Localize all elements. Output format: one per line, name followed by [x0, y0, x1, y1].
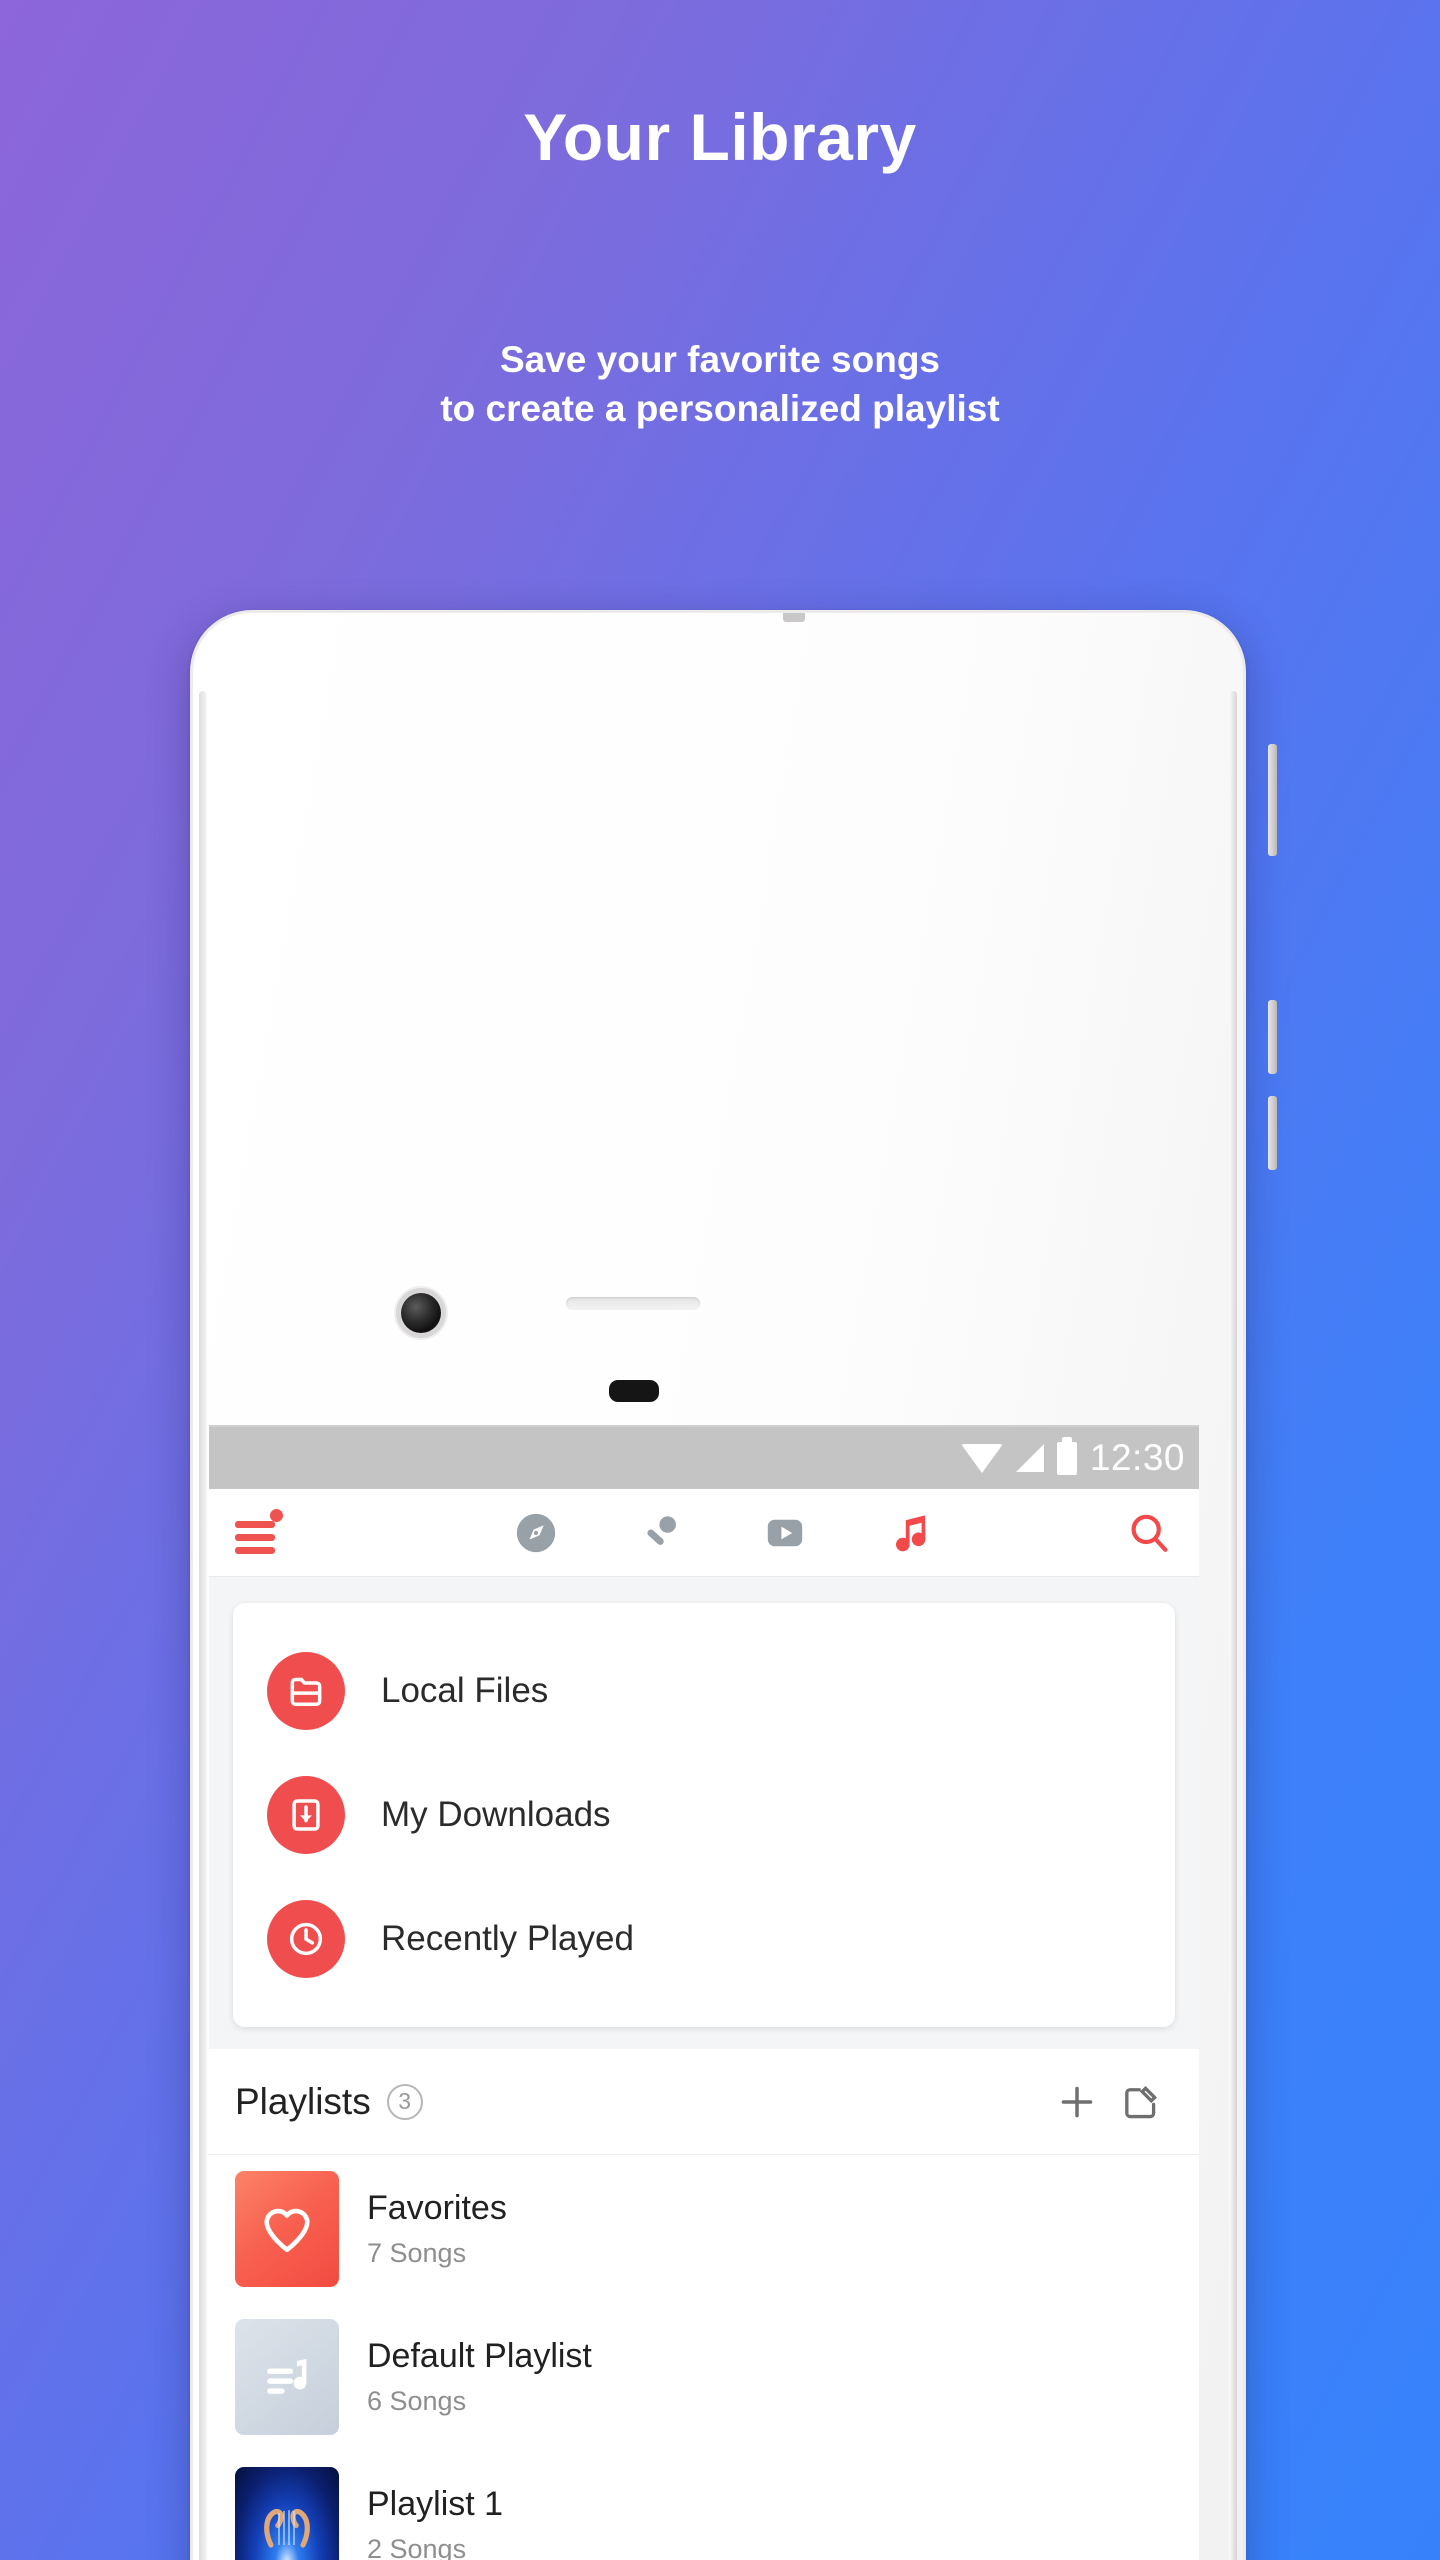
status-bar: 12:30	[209, 1427, 1199, 1489]
heart-icon	[235, 2171, 339, 2287]
tab-discover[interactable]	[513, 1510, 559, 1556]
phone-top-antenna-tab	[783, 613, 805, 622]
search-button[interactable]	[1125, 1509, 1173, 1557]
playlist-row-favorites[interactable]: Favorites 7 Songs	[209, 2155, 1199, 2303]
music-note-icon	[896, 1514, 926, 1551]
front-camera-icon	[401, 1293, 441, 1333]
clock-icon	[267, 1900, 345, 1978]
playlists-panel: Playlists 3 Favorites 7 Songs Default Pl…	[209, 2049, 1199, 2560]
status-bar-clock: 12:30	[1089, 1437, 1185, 1478]
battery-icon	[1056, 1436, 1077, 1475]
phone-screen: 12:30 Local Files My Downloads Recently …	[209, 1425, 1199, 2560]
hamburger-menu-icon[interactable]	[235, 1508, 283, 1554]
power-button[interactable]	[1268, 1000, 1277, 1074]
menu-badge-dot	[270, 1508, 283, 1522]
phone-left-rail	[199, 691, 207, 2560]
add-playlist-button[interactable]	[1045, 2070, 1109, 2134]
plus-icon	[1061, 2086, 1093, 2117]
promo-subtitle-line-1: Save your favorite songs	[499, 339, 941, 380]
compass-icon	[516, 1513, 556, 1552]
playlist-song-count: 7 Songs	[367, 2238, 467, 2268]
quick-access-item-my-downloads[interactable]: My Downloads	[233, 1753, 1175, 1877]
tab-video[interactable]	[761, 1509, 809, 1557]
lyre-photo-thumbnail	[235, 2467, 339, 2560]
playlist-row-default-playlist[interactable]: Default Playlist 6 Songs	[209, 2303, 1199, 2451]
playlist-row-playlist-1[interactable]: Playlist 1 2 Songs	[209, 2451, 1199, 2560]
playlist-name: Default Playlist	[367, 2337, 592, 2375]
folder-icon	[267, 1652, 345, 1730]
sensor-pill	[609, 1380, 659, 1402]
tab-music[interactable]	[887, 1509, 935, 1557]
playlists-header: Playlists 3	[209, 2049, 1199, 2155]
playlist-song-count: 6 Songs	[367, 2386, 467, 2416]
phone-right-rail	[1229, 691, 1237, 2560]
playlist-name: Playlist 1	[367, 2485, 504, 2523]
earpiece-speaker	[566, 1297, 700, 1310]
promo-screenshot: Your Library Save your favorite songs to…	[0, 0, 1440, 2560]
library-content: Local Files My Downloads Recently Played…	[209, 1577, 1199, 2560]
video-play-icon	[767, 1519, 803, 1546]
quick-access-label: My Downloads	[381, 1795, 611, 1834]
promo-subtitle: Save your favorite songs to create a per…	[0, 336, 1440, 434]
phone-mockup: 12:30 Local Files My Downloads Recently …	[176, 610, 1277, 2560]
wifi-icon	[960, 1443, 1003, 1473]
download-icon	[267, 1776, 345, 1854]
microphone-icon	[647, 1515, 676, 1545]
volume-button[interactable]	[1268, 744, 1277, 856]
extra-side-button[interactable]	[1268, 1096, 1277, 1170]
edit-playlists-button[interactable]	[1109, 2070, 1173, 2134]
quick-access-label: Recently Played	[381, 1919, 634, 1958]
playlist-name: Favorites	[367, 2189, 507, 2227]
app-toolbar	[209, 1489, 1199, 1577]
playlists-count-badge: 3	[386, 2083, 423, 2120]
search-icon	[1131, 1514, 1168, 1552]
quick-access-item-recently-played[interactable]: Recently Played	[233, 1877, 1175, 2001]
promo-title: Your Library	[523, 100, 917, 174]
edit-square-icon	[1125, 2085, 1158, 2118]
tab-karaoke[interactable]	[637, 1510, 683, 1556]
playlist-note-icon	[235, 2319, 339, 2435]
quick-access-label: Local Files	[381, 1671, 549, 1710]
signal-icon	[1015, 1444, 1044, 1472]
promo-subtitle-line-2: to create a personalized playlist	[440, 387, 1000, 429]
quick-access-card: Local Files My Downloads Recently Played	[233, 1603, 1175, 2027]
quick-access-item-local-files[interactable]: Local Files	[233, 1629, 1175, 1753]
playlists-title: Playlists	[235, 2080, 371, 2122]
playlist-song-count: 2 Songs	[367, 2534, 467, 2560]
